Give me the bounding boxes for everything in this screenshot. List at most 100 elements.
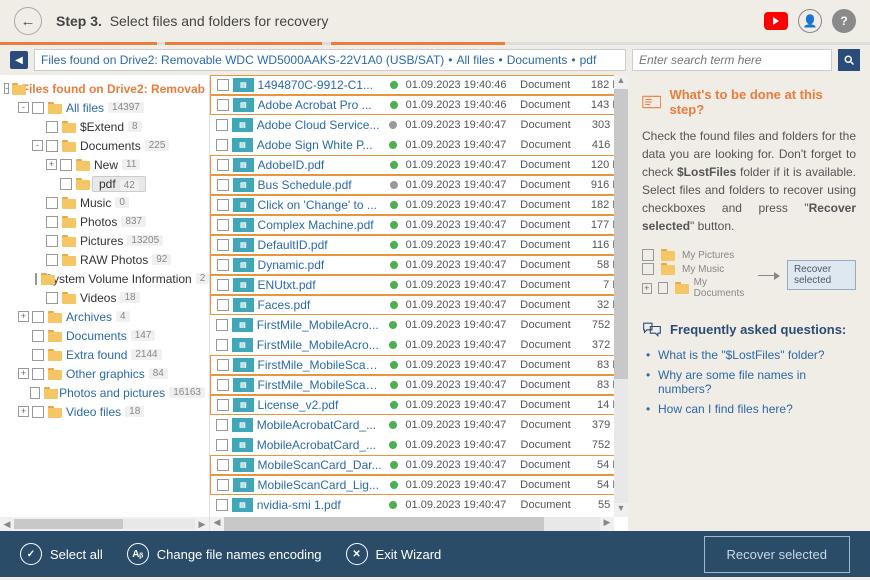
tree-item[interactable]: -Documents225	[0, 136, 209, 155]
tree-item[interactable]: pdf42	[0, 174, 209, 193]
tree-scroll-horizontal[interactable]: ◀▶	[0, 517, 209, 531]
file-name: FirstMile_MobileAcro...	[257, 318, 382, 332]
file-row[interactable]: ▤MobileScanCard_Lig...01.09.2023 19:40:4…	[210, 475, 628, 495]
file-name: MobileAcrobatCard_...	[257, 438, 382, 452]
file-row[interactable]: ▤AdobeID.pdf01.09.2023 19:40:47Document1…	[210, 155, 628, 175]
file-scroll-vertical[interactable]: ▲▼	[614, 75, 628, 517]
tree-item[interactable]: -All files14397	[0, 98, 209, 117]
file-row[interactable]: ▤ Bus Schedule.pdf 01.09.2023 19:40:47Docu…	[210, 175, 628, 195]
file-name: FirstMile_MobileScan...	[258, 358, 382, 372]
file-row[interactable]: ▤Adobe Acrobat Pro ...01.09.2023 19:40:4…	[210, 95, 628, 115]
breadcrumb[interactable]: Files found on Drive2: Removable WDC WD5…	[34, 49, 626, 71]
file-row[interactable]: ▤1494870C-9912-C1...01.09.2023 19:40:46D…	[210, 75, 628, 95]
file-type: Document	[521, 419, 580, 431]
file-type: Document	[520, 479, 579, 491]
faq-item[interactable]: What is the "$LostFiles" folder?	[646, 345, 856, 365]
tree-item[interactable]: +Video files18	[0, 402, 209, 421]
file-type: Document	[520, 79, 579, 91]
tree-item[interactable]: -Files found on Drive2: Removab	[0, 79, 209, 98]
file-row[interactable]: ▤FirstMile_MobileAcro...01.09.2023 19:40…	[210, 315, 628, 335]
exit-wizard-button[interactable]: ✕Exit Wizard	[346, 543, 442, 565]
file-name: 1494870C-9912-C1...	[258, 78, 382, 92]
status-dot	[389, 341, 397, 349]
tree-item[interactable]: System Volume Information2	[0, 269, 209, 288]
search-input[interactable]	[633, 53, 831, 67]
file-date: 01.09.2023 19:40:47	[406, 379, 521, 391]
tree-item[interactable]: $Extend8	[0, 117, 209, 136]
file-date: 01.09.2023 19:40:47	[406, 399, 521, 411]
file-type: Document	[520, 259, 579, 271]
file-row[interactable]: ▤FirstMile_MobileAcro...01.09.2023 19:40…	[210, 335, 628, 355]
status-dot	[389, 321, 397, 329]
faq-item[interactable]: How can I find files here?	[646, 399, 856, 419]
status-dot	[390, 461, 398, 469]
status-dot	[389, 421, 397, 429]
status-dot	[390, 201, 398, 209]
file-date: 01.09.2023 19:40:47	[405, 119, 520, 131]
file-type-icon: ▤	[232, 498, 253, 512]
user-icon[interactable]: 👤	[798, 9, 822, 33]
path-back-button[interactable]: ◀	[10, 51, 28, 69]
status-dot	[390, 261, 398, 269]
help-title: What's to be done at this step?	[642, 87, 856, 117]
file-type: Document	[521, 499, 580, 511]
file-row[interactable]: ▤MobileAcrobatCard_...01.09.2023 19:40:4…	[210, 435, 628, 455]
faq-list: What is the "$LostFiles" folder?Why are …	[642, 345, 856, 419]
file-name: Dynamic.pdf	[258, 258, 382, 272]
tree-item[interactable]: Music0	[0, 193, 209, 212]
file-row[interactable]: ▤License_v2.pdf01.09.2023 19:40:47Docume…	[210, 395, 628, 415]
file-type: Document	[520, 179, 579, 191]
faq-item[interactable]: Why are some file names in numbers?	[646, 365, 856, 399]
tree-item[interactable]: +New11	[0, 155, 209, 174]
file-row[interactable]: ▤Faces.pdf01.09.2023 19:40:47Document32 …	[210, 295, 628, 315]
file-row[interactable]: ▤MobileScanCard_Dar...01.09.2023 19:40:4…	[210, 455, 628, 475]
file-date: 01.09.2023 19:40:47	[406, 219, 521, 231]
file-row[interactable]: ▤FirstMile_MobileScan...01.09.2023 19:40…	[210, 355, 628, 375]
recover-selected-button[interactable]: Recover selected	[704, 536, 850, 573]
status-dot	[390, 481, 398, 489]
file-type-icon: ▤	[233, 178, 254, 192]
file-type-icon: ▤	[233, 298, 254, 312]
file-type: Document	[520, 359, 579, 371]
file-name: Bus Schedule.pdf	[258, 178, 382, 192]
file-row[interactable]: ▤Dynamic.pdf01.09.2023 19:40:47Document5…	[210, 255, 628, 275]
file-row[interactable]: ▤DefaultID.pdf01.09.2023 19:40:47Documen…	[210, 235, 628, 255]
tree-item[interactable]: Videos18	[0, 288, 209, 307]
file-row[interactable]: ▤Complex Machine.pdf01.09.2023 19:40:47D…	[210, 215, 628, 235]
file-type-icon: ▤	[233, 258, 254, 272]
file-row[interactable]: ▤Click on 'Change' to ...01.09.2023 19:4…	[210, 195, 628, 215]
tree-item[interactable]: Photos837	[0, 212, 209, 231]
file-row[interactable]: ▤MobileAcrobatCard_...01.09.2023 19:40:4…	[210, 415, 628, 435]
file-name: Complex Machine.pdf	[258, 218, 382, 232]
tree-item[interactable]: Pictures13205	[0, 231, 209, 250]
file-type: Document	[520, 279, 579, 291]
file-row[interactable]: ▤Adobe Sign White P...01.09.2023 19:40:4…	[210, 135, 628, 155]
select-all-button[interactable]: ✓Select all	[20, 543, 103, 565]
file-row[interactable]: ▤nvidia-smi 1.pdf01.09.2023 19:40:47Docu…	[210, 495, 628, 515]
file-scroll-horizontal[interactable]: ◀▶	[210, 517, 614, 531]
tree-item[interactable]: Documents147	[0, 326, 209, 345]
tree-item[interactable]: +Archives4	[0, 307, 209, 326]
file-date: 01.09.2023 19:40:47	[405, 499, 520, 511]
file-row[interactable]: ▤ENUtxt.pdf01.09.2023 19:40:47Document7 …	[210, 275, 628, 295]
help-icon[interactable]: ?	[832, 9, 856, 33]
tree-item[interactable]: Extra found2144	[0, 345, 209, 364]
status-dot	[390, 401, 398, 409]
change-encoding-button[interactable]: AᵦChange file names encoding	[127, 543, 322, 565]
tree-item[interactable]: +Other graphics84	[0, 364, 209, 383]
file-type: Document	[521, 119, 580, 131]
file-row[interactable]: ▤Adobe Cloud Service...01.09.2023 19:40:…	[210, 115, 628, 135]
file-list: ▤1494870C-9912-C1...01.09.2023 19:40:46D…	[210, 75, 628, 531]
tree-item[interactable]: Photos and pictures16163	[0, 383, 209, 402]
file-type-icon: ▤	[233, 238, 254, 252]
tree-item[interactable]: RAW Photos92	[0, 250, 209, 269]
youtube-icon[interactable]	[764, 12, 788, 30]
back-button[interactable]: ←	[14, 7, 42, 35]
file-row[interactable]: ▤FirstMile_MobileScan...01.09.2023 19:40…	[210, 375, 628, 395]
file-type: Document	[520, 219, 579, 231]
file-date: 01.09.2023 19:40:47	[406, 179, 521, 191]
file-type: Document	[520, 299, 579, 311]
status-dot	[389, 501, 397, 509]
faq-title: Frequently asked questions:	[642, 321, 856, 337]
search-button[interactable]	[838, 49, 860, 71]
